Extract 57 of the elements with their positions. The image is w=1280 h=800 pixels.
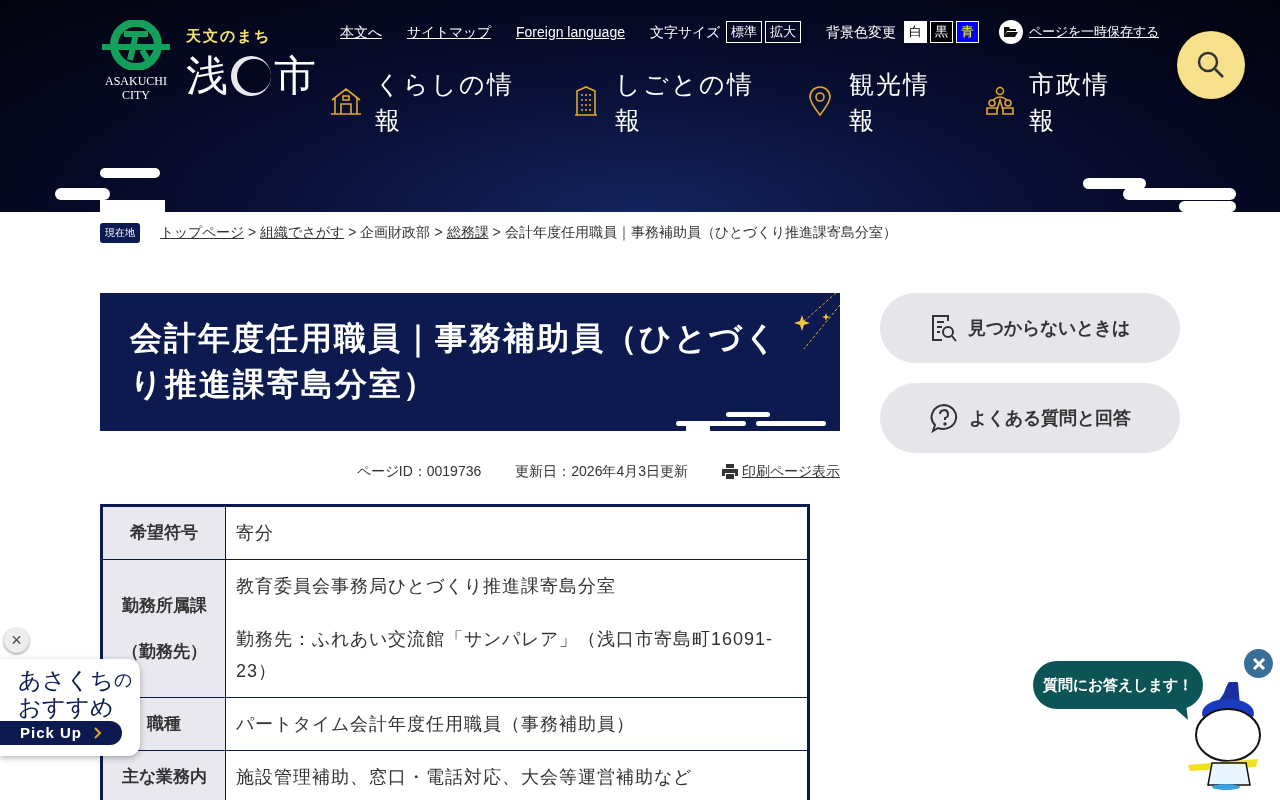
close-button[interactable]: [1244, 649, 1273, 678]
background-color-button[interactable]: 青: [956, 21, 979, 43]
location-badge: 現在地: [100, 222, 140, 243]
page-title: 会計年度任用職員｜事務補助員（ひとづくり推進課寄島分室）: [130, 319, 780, 404]
house-icon: [330, 86, 362, 116]
nav-item[interactable]: 市政情報: [984, 66, 1134, 138]
save-page-link[interactable]: ページを一時保存する: [1029, 22, 1159, 42]
breadcrumb-separator: >: [248, 223, 257, 242]
table-header-cell: 主な業務内: [101, 750, 226, 800]
table-header-cell: 希望符号: [101, 505, 226, 560]
nav-item[interactable]: しごとの情報: [570, 66, 804, 138]
background-color-label: 背景色変更: [826, 22, 896, 42]
page-id: ページID：0019736: [356, 462, 482, 481]
breadcrumb-separator: >: [492, 223, 501, 242]
tagline: 天文のまち: [186, 26, 272, 46]
close-icon: [1251, 656, 1266, 671]
breadcrumb-link[interactable]: 総務課: [446, 222, 489, 243]
updated-date: 更新日：2026年4月3日更新: [515, 462, 688, 481]
font-size-button[interactable]: 拡大: [765, 21, 801, 43]
breadcrumb-link[interactable]: 組織でさがす: [260, 222, 345, 243]
breadcrumb-text: 企画財政部: [360, 223, 431, 242]
crescent-moon-icon: [230, 53, 272, 98]
question-bubble-icon: [929, 403, 959, 433]
background-color-button[interactable]: 黒: [930, 21, 953, 43]
close-button[interactable]: ×: [4, 628, 29, 653]
pickup-title: あさくち: [18, 667, 114, 693]
print-link[interactable]: 印刷ページ表示: [742, 461, 840, 482]
breadcrumb-link[interactable]: トップページ: [160, 222, 244, 243]
font-size-label: 文字サイズ: [650, 22, 720, 42]
printer-icon: [722, 464, 738, 479]
city-name-text: 市: [274, 51, 316, 100]
search-button[interactable]: [1177, 31, 1245, 99]
speech-bubble[interactable]: 質問にお答えします！: [1033, 661, 1203, 709]
breadcrumb-text: 会計年度任用職員｜事務補助員（ひとづくり推進課寄島分室）: [504, 223, 897, 243]
city-name-text: 浅: [186, 51, 228, 100]
search-icon: [1196, 50, 1226, 80]
breadcrumb-separator: >: [434, 223, 443, 242]
pickup-title: の: [114, 669, 132, 690]
font-size-button[interactable]: 標準: [726, 21, 762, 43]
chevron-right-icon: [94, 727, 103, 739]
location-pin-icon: [808, 86, 832, 116]
utility-link[interactable]: 本文へ: [340, 21, 382, 43]
side-link-button[interactable]: よくある質問と回答: [880, 383, 1180, 453]
background-color-button[interactable]: 白: [904, 21, 927, 43]
utility-link[interactable]: サイトマップ: [407, 21, 491, 43]
side-link-button[interactable]: 見つからないときは: [880, 293, 1180, 363]
nav-item[interactable]: くらしの情報: [330, 66, 570, 138]
people-icon: [985, 86, 1015, 116]
folder-icon: [999, 20, 1023, 44]
pickup-button[interactable]: Pick Up: [0, 721, 122, 745]
city-emblem-icon: [102, 20, 170, 70]
document-search-icon: [930, 313, 958, 343]
utility-link[interactable]: Foreign language: [516, 21, 625, 43]
breadcrumb-separator: >: [348, 223, 357, 242]
nav-item[interactable]: 観光情報: [804, 66, 984, 138]
building-icon: [574, 86, 598, 116]
logo-text: ASAKUCHI CITY: [104, 74, 168, 102]
